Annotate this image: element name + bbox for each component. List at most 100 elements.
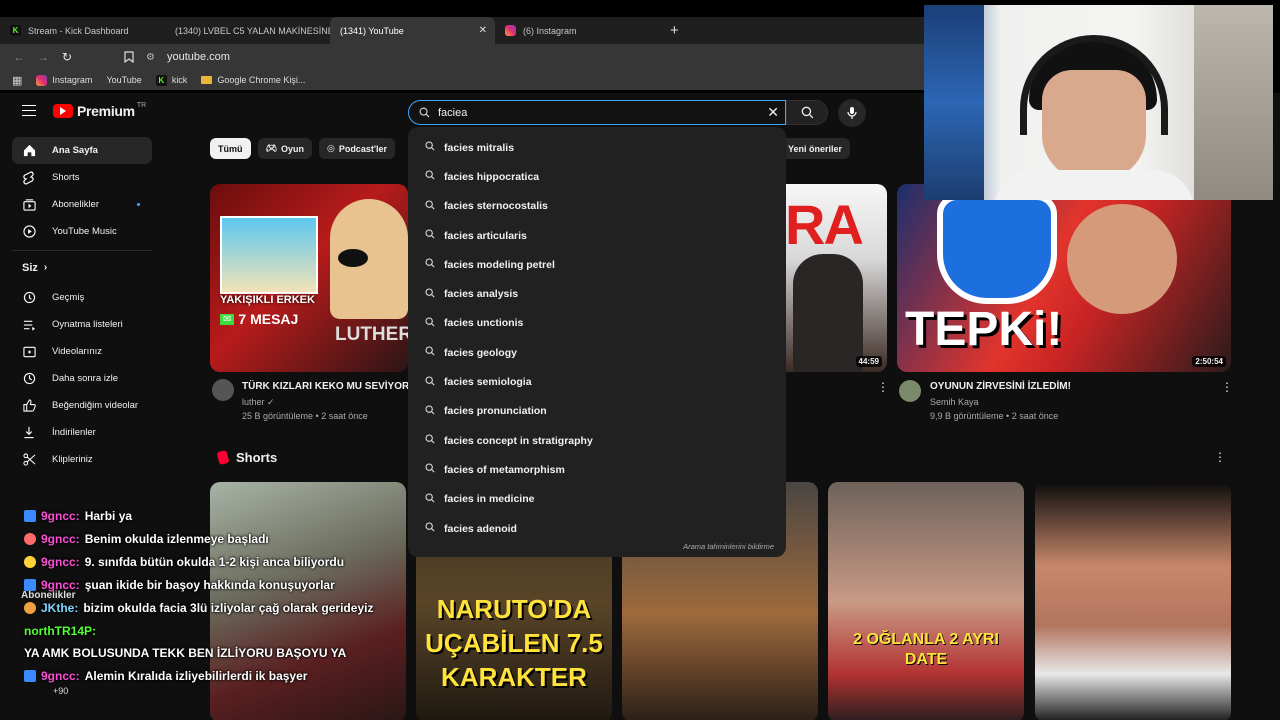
video-channel[interactable]: Semih Kaya — [930, 395, 979, 409]
video-title[interactable]: TÜRK KIZLARI KEKO MU SEVİYOR? — [242, 381, 415, 392]
suggestion-item[interactable]: facies modeling petrel — [408, 250, 786, 279]
voice-search-button[interactable] — [838, 99, 866, 127]
sidebar-item-label: Ana Sayfa — [52, 145, 98, 156]
history-icon — [22, 291, 36, 305]
suggestion-item[interactable]: facies in medicine — [408, 485, 786, 514]
omnibox[interactable]: ⚙ youtube.com — [124, 51, 230, 63]
suggestion-item[interactable]: facies articularis — [408, 221, 786, 250]
bookmark-star-icon[interactable] — [124, 51, 134, 63]
channel-avatar[interactable] — [899, 380, 921, 402]
suggestion-item[interactable]: facies concept in stratigraphy — [408, 426, 786, 455]
forward-icon[interactable]: → — [36, 50, 50, 64]
video-title[interactable]: OYUNUN ZİRVESİNİ İZLEDİM! — [930, 381, 1071, 392]
youtube-logo[interactable]: Premium TR — [53, 101, 147, 119]
thumbnail-text: 2 OĞLANLA 2 AYRI DATE — [853, 631, 999, 668]
back-icon[interactable]: ← — [12, 50, 26, 64]
chip-new-recommendations[interactable]: Yeni öneriler — [780, 138, 851, 159]
sidebar-item-liked-videos[interactable]: Beğendiğim videolar — [12, 392, 152, 419]
bookmark-youtube[interactable]: YouTube — [0, 75, 142, 172]
suggestion-item[interactable]: facies sternocostalis — [408, 192, 786, 221]
sidebar-item-downloads[interactable]: İndirilenler — [12, 419, 152, 446]
tab-youtube-video[interactable]: (1340) LVBEL C5 YALAN MAKİNESİNE — [165, 17, 330, 44]
chat-message: 9gncc: 9. sınıfda bütün okulda 1-2 kişi … — [24, 551, 424, 574]
sidebar-item-music[interactable]: YouTube Music — [12, 218, 152, 245]
short-thumbnail[interactable] — [1035, 482, 1231, 720]
sidebar-show-more[interactable]: +90 — [53, 686, 68, 696]
sidebar-item-home[interactable]: Ana Sayfa — [12, 137, 152, 164]
bookmark-kick[interactable]: K kick — [155, 74, 187, 86]
apps-grid-icon[interactable]: ▦ — [12, 74, 22, 87]
chat-badge-icon — [24, 670, 36, 682]
chat-text: 9. sınıfda bütün okulda 1-2 kişi anca bi… — [84, 555, 345, 569]
video-thumbnail[interactable]: RA 44:59 — [785, 184, 887, 372]
tab-youtube[interactable]: (1341) YouTube ✕ — [330, 17, 495, 44]
bookmark-instagram[interactable]: Instagram — [36, 74, 92, 86]
new-content-dot — [137, 203, 140, 206]
suggestion-text: facies pronunciation — [444, 405, 547, 418]
suggestion-item[interactable]: facies semiologia — [408, 367, 786, 396]
chat-username: 9gncc: — [41, 532, 80, 546]
suggestion-item[interactable]: facies analysis — [408, 279, 786, 308]
search-button[interactable] — [786, 100, 828, 125]
more-options-icon[interactable]: ⋮ — [877, 380, 889, 394]
search-input[interactable]: faciea — [438, 107, 467, 119]
tab-label: (1341) YouTube — [340, 25, 404, 36]
chip-gaming[interactable]: 🎮︎ Oyun — [257, 138, 312, 159]
sidebar-item-clips[interactable]: Klipleriniz — [12, 446, 152, 473]
tab-label: (1340) LVBEL C5 YALAN MAKİNESİNE — [175, 25, 330, 36]
sidebar-item-history[interactable]: Geçmiş — [12, 284, 152, 311]
short-thumbnail[interactable]: 2 OĞLANLA 2 AYRI DATE — [828, 482, 1024, 720]
video-stats: 25 B görüntüleme • 2 saat önce — [242, 411, 368, 421]
address-bar: ← → ↻ ⚙ youtube.com — [0, 44, 924, 70]
suggestion-item[interactable]: facies unctionis — [408, 309, 786, 338]
suggestion-item[interactable]: facies of metamorphism — [408, 455, 786, 484]
video-thumbnail[interactable]: TEPKi! 2:50:54 — [897, 184, 1231, 372]
sidebar-item-label: Daha sonra izle — [52, 373, 119, 384]
suggestion-item[interactable]: facies adenoid — [408, 514, 786, 543]
webcam-blue-object — [924, 5, 984, 200]
suggestion-text: facies adenoid — [444, 522, 517, 535]
suggestion-item[interactable]: facies mitralis — [408, 133, 786, 162]
video-duration: 44:59 — [855, 356, 882, 367]
report-predictions-link[interactable]: Arama tahminlerini bildirme — [683, 542, 774, 551]
more-options-icon[interactable]: ⋮ — [1214, 450, 1226, 464]
webcam-shirt — [994, 170, 1194, 200]
sidebar-item-playlists[interactable]: Oynatma listeleri — [12, 311, 152, 338]
chip-podcasts[interactable]: ◎ Podcast'ler — [318, 138, 395, 159]
tab-kick-dashboard[interactable]: K Stream - Kick Dashboard — [0, 17, 165, 44]
sidebar-item-label: Beğendiğim videolar — [52, 400, 139, 411]
suggestion-text: facies semiologia — [444, 376, 532, 389]
chat-text: şuan ikide bir başoy hakkında konuşuyorl… — [84, 578, 335, 592]
video-channel[interactable]: luther ✓ — [242, 395, 275, 409]
sidebar-item-subscriptions[interactable]: Abonelikler — [12, 191, 152, 218]
reload-icon[interactable]: ↻ — [60, 50, 74, 64]
thumbnail-face — [1067, 204, 1177, 314]
stream-chat-overlay: 9gncc: Harbi ya 9gncc: Benim okulda izle… — [24, 505, 424, 688]
sidebar-item-your-videos[interactable]: Videolarınız — [12, 338, 152, 365]
logo-region: TR — [136, 101, 147, 109]
clear-search-icon[interactable]: ✕ — [767, 104, 779, 121]
bookmark-folder[interactable]: Google Chrome Kişi... — [201, 75, 305, 85]
menu-icon[interactable] — [22, 105, 36, 116]
suggestion-text: facies concept in stratigraphy — [444, 434, 593, 447]
site-info-icon[interactable]: ⚙ — [146, 52, 155, 63]
suggestion-item[interactable]: facies pronunciation — [408, 397, 786, 426]
suggestion-text: facies geology — [444, 346, 517, 359]
tab-instagram[interactable]: (6) Instagram — [495, 17, 660, 44]
more-options-icon[interactable]: ⋮ — [1221, 380, 1233, 394]
sidebar-you-header[interactable]: Siz › — [12, 250, 152, 284]
video-thumbnail[interactable]: YAKIŞIKLI ERKEK ✉ 7 MESAJ LUTHER — [210, 184, 408, 372]
chip-all[interactable]: Tümü — [210, 138, 251, 159]
channel-avatar[interactable] — [212, 379, 234, 401]
search-suggestions: facies mitralis facies hippocratica faci… — [408, 127, 786, 557]
suggestion-item[interactable]: facies geology — [408, 338, 786, 367]
search-box[interactable]: faciea ✕ — [408, 100, 786, 125]
new-tab-button[interactable]: + — [670, 17, 679, 44]
suggestion-text: facies in medicine — [444, 493, 535, 506]
sidebar-item-watch-later[interactable]: Daha sonra izle — [12, 365, 152, 392]
sidebar-item-shorts[interactable]: Shorts — [12, 164, 152, 191]
close-tab-icon[interactable]: ✕ — [479, 25, 487, 36]
microphone-icon — [847, 107, 857, 119]
suggestion-item[interactable]: facies hippocratica — [408, 162, 786, 191]
chat-badge-icon — [24, 510, 36, 522]
